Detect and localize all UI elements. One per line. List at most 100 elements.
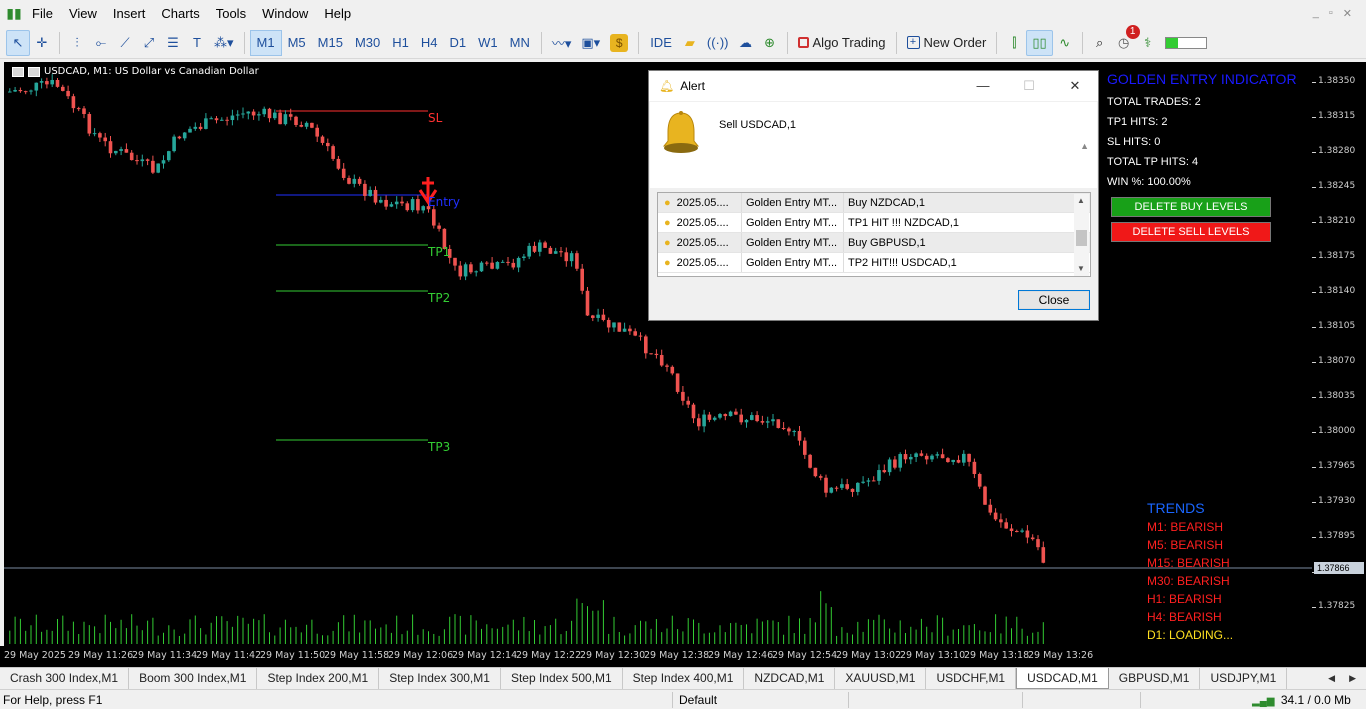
candlestick-icon[interactable]: ▯▯ xyxy=(1026,29,1053,56)
chart-tab[interactable]: USDCAD,M1 xyxy=(1016,668,1109,689)
alert-titlebar[interactable]: 🔔︎ Alert — ☐ ✕ xyxy=(649,71,1098,101)
alert-row[interactable]: ● 2025.05.... Golden Entry MT... TP2 HIT!!!… xyxy=(658,253,1090,273)
candle-body xyxy=(797,431,802,441)
delete-sell-levels-button[interactable]: DELETE SELL LEVELS xyxy=(1111,222,1271,242)
menu-window[interactable]: Window xyxy=(258,0,320,27)
bell-icon: ● xyxy=(664,237,671,249)
candle-body xyxy=(458,265,463,277)
chart-tab[interactable]: XAUUSD,M1 xyxy=(835,668,927,689)
network-status[interactable]: ▂▄▆ 34.1 / 0.0 Mb xyxy=(1252,693,1351,707)
globe-icon[interactable]: ⊕ xyxy=(758,30,782,56)
close-button[interactable]: Close xyxy=(1018,290,1090,310)
channel-icon[interactable]: ⤢ xyxy=(137,30,161,56)
menu-file[interactable]: File xyxy=(28,0,65,27)
close-icon[interactable]: ✕ xyxy=(1343,7,1352,20)
alert-time-cell: ● 2025.05.... xyxy=(658,253,742,272)
candle-body xyxy=(697,418,701,427)
bar-chart-icon[interactable]: ⫿ xyxy=(1002,30,1026,56)
chart-symbol-label: USDCAD, M1: US Dollar vs Canadian Dollar xyxy=(44,66,259,77)
current-price-tag: 1.37866 xyxy=(1314,562,1364,574)
chart-tab[interactable]: GBPUSD,M1 xyxy=(1109,668,1201,689)
scroll-up-icon[interactable]: ▲ xyxy=(1077,196,1085,205)
candle-body xyxy=(792,431,796,433)
new-order-button[interactable]: + New Order xyxy=(902,30,992,56)
crosshair-tool-icon[interactable]: ✛ xyxy=(30,30,54,56)
help-hint: For Help, press F1 xyxy=(3,693,103,707)
time-label: 29 May 11:58 xyxy=(324,650,390,661)
chart-tab[interactable]: Step Index 200,M1 xyxy=(257,668,380,689)
chart-tab[interactable]: NZDCAD,M1 xyxy=(744,668,836,689)
menu-view[interactable]: View xyxy=(65,0,109,27)
chart-tab[interactable]: Step Index 500,M1 xyxy=(501,668,623,689)
candle-body xyxy=(543,242,547,248)
horizontal-line-icon[interactable]: ⟜ xyxy=(89,30,113,56)
timeframe-h1-button[interactable]: H1 xyxy=(386,30,415,56)
time-axis[interactable]: 29 May 2025 29 May 11:26 29 May 11:34 29 Ma… xyxy=(0,646,1366,667)
candle-body xyxy=(103,137,107,142)
menu-tools[interactable]: Tools xyxy=(212,0,258,27)
timeframe-m5-button[interactable]: M5 xyxy=(282,30,312,56)
trendline-icon[interactable]: ⟋ xyxy=(113,30,137,56)
alert-list-scrollbar[interactable]: ▲ ▼ xyxy=(1074,194,1089,276)
chart-tab[interactable]: USDCHF,M1 xyxy=(926,668,1017,689)
chart-menu-icon[interactable] xyxy=(12,66,24,77)
menu-charts[interactable]: Charts xyxy=(157,0,211,27)
tab-next-icon[interactable]: ▶ xyxy=(1349,668,1356,689)
chart-trade-icon[interactable] xyxy=(28,66,40,77)
scroll-thumb[interactable] xyxy=(1076,230,1087,246)
timeframe-m1-button[interactable]: M1 xyxy=(249,29,282,56)
timeframe-h4-button[interactable]: H4 xyxy=(415,30,444,56)
indicators-icon[interactable]: ▣▾ xyxy=(576,30,605,56)
alert-row[interactable]: ● 2025.05.... Golden Entry MT... Buy GBPUSD… xyxy=(658,233,1090,253)
tab-prev-icon[interactable]: ◀ xyxy=(1328,668,1335,689)
time-label: 29 May 12:06 xyxy=(388,650,454,661)
ide-button[interactable]: IDE xyxy=(644,30,678,56)
menu-insert[interactable]: Insert xyxy=(109,0,158,27)
candle-body xyxy=(935,454,940,456)
vertical-line-icon[interactable]: ⫶ xyxy=(65,30,89,56)
chart-tab[interactable]: Step Index 400,M1 xyxy=(623,668,745,689)
price-tick xyxy=(1312,432,1316,433)
alert-time: 2025.05.... xyxy=(676,197,729,209)
delete-buy-levels-button[interactable]: DELETE BUY LEVELS xyxy=(1111,197,1271,217)
maximize-icon: ☐ xyxy=(1023,78,1035,93)
timeframe-m15-button[interactable]: M15 xyxy=(312,30,349,56)
restore-icon[interactable]: ▫ xyxy=(1329,7,1333,20)
chart-tab[interactable]: Boom 300 Index,M1 xyxy=(129,668,258,689)
candle-body xyxy=(225,119,229,121)
signals-icon[interactable]: ((·)) xyxy=(702,30,734,56)
price-axis[interactable]: 1.38350 1.38315 1.38280 1.38245 1.38210 1.381… xyxy=(1312,62,1366,646)
profile-name[interactable]: Default xyxy=(679,693,717,707)
chart-tab[interactable]: USDJPY,M1 xyxy=(1200,668,1288,689)
market-icon[interactable]: $ xyxy=(605,30,633,56)
minimize-icon[interactable]: — xyxy=(960,78,1006,94)
alert-row[interactable]: ● 2025.05.... Golden Entry MT... Buy NZDCAD… xyxy=(658,193,1090,213)
scroll-down-icon[interactable]: ▼ xyxy=(1077,264,1085,273)
line-chart-icon[interactable]: ∿ xyxy=(1053,30,1077,56)
menu-help[interactable]: Help xyxy=(320,0,363,27)
minimize-icon[interactable]: _ xyxy=(1313,7,1319,20)
fibonacci-icon[interactable]: ☰ xyxy=(161,30,185,56)
shopping-bag-icon[interactable]: ▰ xyxy=(678,30,702,56)
text-tool-icon[interactable]: T xyxy=(185,30,209,56)
close-icon[interactable]: ✕ xyxy=(1052,78,1098,94)
chart-tab[interactable]: Crash 300 Index,M1 xyxy=(0,668,130,689)
vps-cloud-icon[interactable]: ☁ xyxy=(734,30,758,56)
alert-history-list[interactable]: ● 2025.05.... Golden Entry MT... Buy NZDCAD… xyxy=(657,192,1091,277)
notifications-icon[interactable]: ◷ 1 xyxy=(1112,24,1140,56)
timeframe-mn-button[interactable]: MN xyxy=(504,30,536,56)
cursor-tool-icon[interactable]: ↖ xyxy=(6,29,30,56)
candle-body xyxy=(156,163,160,173)
shapes-tool-icon[interactable]: ⁂▾ xyxy=(209,30,239,56)
price-label: 1.38210 xyxy=(1318,216,1356,226)
candle-body xyxy=(453,257,457,266)
search-icon[interactable]: ⌕ xyxy=(1088,30,1112,56)
chart-tab[interactable]: Step Index 300,M1 xyxy=(379,668,501,689)
timeframe-w1-button[interactable]: W1 xyxy=(472,30,504,56)
alert-row[interactable]: ● 2025.05.... Golden Entry MT... TP1 HIT !!… xyxy=(658,213,1090,233)
alert-source-cell: Golden Entry MT... xyxy=(742,213,844,232)
chart-type-icon[interactable]: 〰▾ xyxy=(547,30,577,56)
timeframe-m30-button[interactable]: M30 xyxy=(349,30,386,56)
algo-trading-button[interactable]: Algo Trading xyxy=(793,30,891,56)
timeframe-d1-button[interactable]: D1 xyxy=(444,30,473,56)
